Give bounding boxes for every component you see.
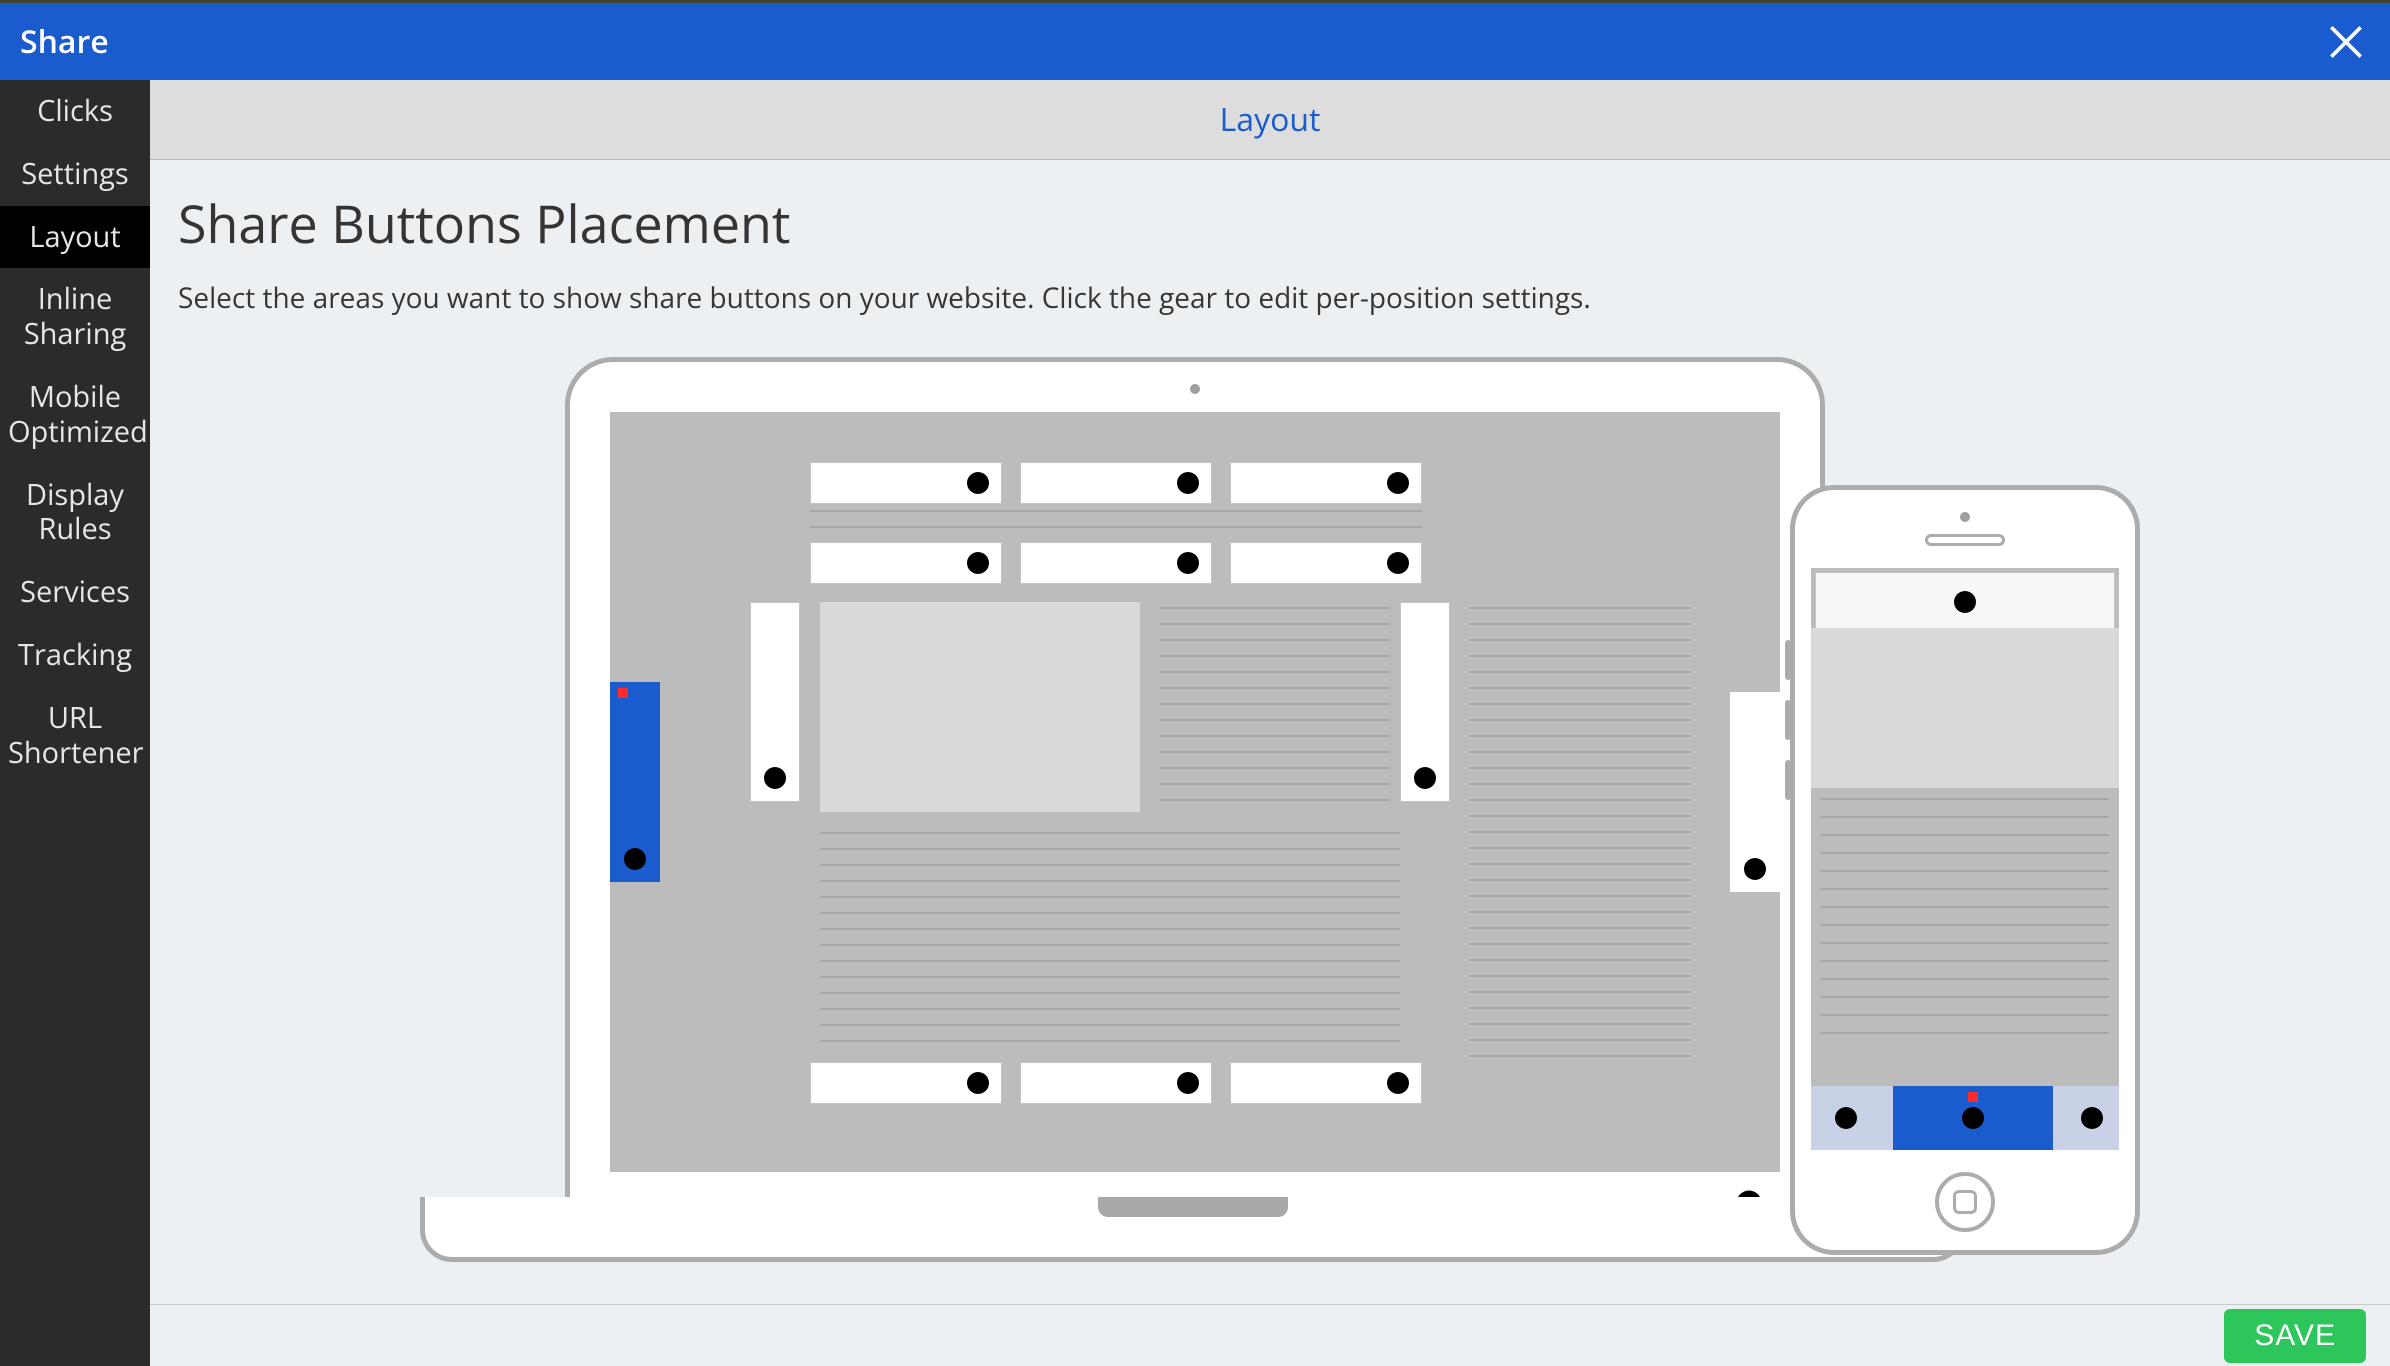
phone-speaker-icon: [1925, 534, 2005, 546]
page-description: Select the areas you want to show share …: [178, 279, 2362, 317]
gear-icon: [760, 763, 790, 793]
gear-icon: [1383, 1068, 1413, 1098]
sidebar-item-inline-sharing[interactable]: Inline Sharing: [0, 268, 150, 366]
unsaved-dot-icon: [618, 688, 628, 698]
sidebar-item-label: Layout: [29, 217, 120, 256]
mobile-slot-top[interactable]: [1815, 572, 2115, 632]
sidebar-item-label: Display Rules: [26, 475, 124, 549]
camera-icon: [1190, 384, 1200, 394]
phone-camera-icon: [1960, 512, 1970, 522]
slot-bottom-1[interactable]: [810, 1062, 1002, 1104]
gear-icon: [1173, 1068, 1203, 1098]
slot-top-1[interactable]: [810, 462, 1002, 504]
slot-top-5[interactable]: [1020, 542, 1212, 584]
page-title: Share Buttons Placement: [178, 188, 2362, 259]
sidebar-item-mobile-optimized[interactable]: Mobile Optimized: [0, 366, 150, 464]
tab-layout[interactable]: Layout: [1220, 98, 1321, 141]
mobile-bottom-bar: [1811, 1086, 2119, 1150]
sidebar-item-label: URL Shortener: [8, 698, 144, 772]
slot-col-left[interactable]: [750, 602, 800, 802]
phone-screen: [1811, 568, 2119, 1150]
sidebar-item-label: Settings: [21, 154, 129, 193]
sidebar-item-label: Services: [20, 572, 130, 611]
close-icon: [2324, 20, 2368, 64]
sidebar-item-clicks[interactable]: Clicks: [0, 80, 150, 143]
laptop-frame: [565, 357, 1825, 1237]
sidebar: Clicks Settings Layout Inline Sharing Mo…: [0, 80, 150, 1366]
slot-top-4[interactable]: [810, 542, 1002, 584]
slot-bottom-2[interactable]: [1020, 1062, 1212, 1104]
slot-top-6[interactable]: [1230, 542, 1422, 584]
slot-bottom-3[interactable]: [1230, 1062, 1422, 1104]
gear-icon: [1958, 1103, 1988, 1133]
gear-icon: [620, 844, 650, 874]
sidebar-item-label: Clicks: [37, 91, 113, 130]
sidebar-item-tracking[interactable]: Tracking: [0, 624, 150, 687]
sidebar-item-label: Mobile Optimized: [8, 377, 148, 451]
save-button[interactable]: SAVE: [2224, 1309, 2366, 1363]
text-placeholder: [1821, 798, 2109, 1038]
image-placeholder: [820, 602, 1140, 812]
top-bar: Share: [0, 0, 2390, 80]
gear-icon: [1383, 468, 1413, 498]
mobile-slot-bottom-left[interactable]: [1811, 1086, 1881, 1150]
mobile-slot-bottom-right[interactable]: [2065, 1086, 2119, 1150]
gear-icon: [963, 468, 993, 498]
laptop-notch: [1098, 1197, 1288, 1217]
gear-icon: [1173, 468, 1203, 498]
modal-title: Share: [20, 20, 109, 63]
gear-icon: [1740, 854, 1770, 884]
placement-illustration: [400, 357, 2140, 1282]
sidebar-item-settings[interactable]: Settings: [0, 143, 150, 206]
unsaved-dot-icon: [1968, 1092, 1978, 1102]
gear-icon: [1831, 1103, 1861, 1133]
gear-icon: [2077, 1103, 2107, 1133]
gear-icon: [963, 1068, 993, 1098]
gear-icon: [1383, 548, 1413, 578]
sidebar-item-layout[interactable]: Layout: [0, 206, 150, 269]
tab-bar: Layout: [150, 80, 2390, 160]
save-bar: SAVE: [150, 1304, 2390, 1366]
slot-floating-left[interactable]: [610, 682, 660, 882]
phone-side-buttons: [1785, 640, 1791, 680]
slot-top-2[interactable]: [1020, 462, 1212, 504]
slot-floating-right[interactable]: [1730, 692, 1780, 892]
save-button-label: SAVE: [2254, 1319, 2336, 1352]
laptop-base: [420, 1197, 1965, 1262]
sidebar-item-label: Inline Sharing: [24, 279, 127, 353]
slot-col-right[interactable]: [1400, 602, 1450, 802]
phone-frame: [1790, 485, 2140, 1255]
main-panel: Layout Share Buttons Placement Select th…: [150, 80, 2390, 1366]
slot-top-3[interactable]: [1230, 462, 1422, 504]
mobile-slot-bottom-center[interactable]: [1893, 1086, 2053, 1150]
gear-icon: [1950, 587, 1980, 617]
sidebar-item-services[interactable]: Services: [0, 561, 150, 624]
laptop-screen: [610, 412, 1780, 1232]
image-placeholder: [1811, 628, 2119, 788]
phone-home-button: [1935, 1172, 1995, 1232]
close-button[interactable]: [2324, 20, 2368, 64]
sidebar-item-label: Tracking: [18, 635, 132, 674]
sidebar-item-display-rules[interactable]: Display Rules: [0, 464, 150, 562]
gear-icon: [1173, 548, 1203, 578]
gear-icon: [963, 548, 993, 578]
gear-icon: [1410, 763, 1440, 793]
sidebar-item-url-shortener[interactable]: URL Shortener: [0, 687, 150, 785]
